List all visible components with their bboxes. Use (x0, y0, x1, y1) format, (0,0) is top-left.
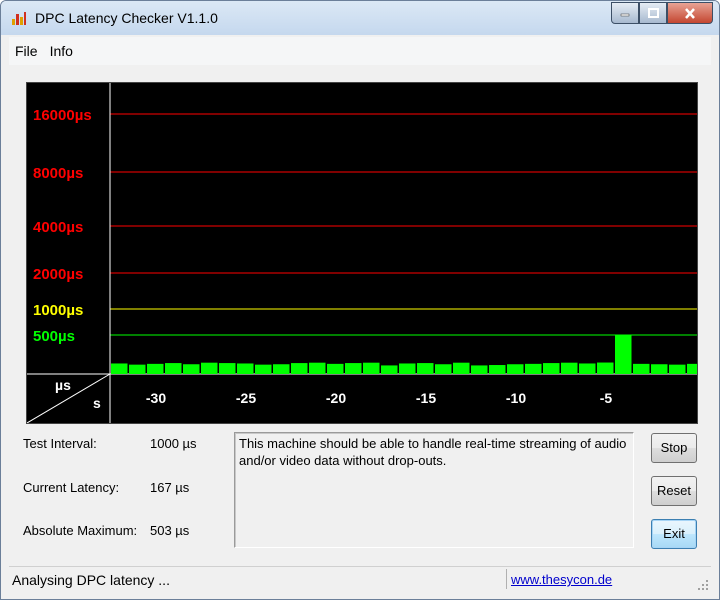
resize-grip-icon[interactable] (697, 579, 709, 591)
x-tick-label: -20 (326, 390, 346, 406)
x-tick-label: -5 (600, 390, 613, 406)
menu-info[interactable]: Info (44, 43, 79, 59)
latency-bar (309, 362, 326, 374)
latency-bar (111, 363, 128, 374)
x-tick-label: -25 (236, 390, 256, 406)
latency-bar (597, 362, 614, 374)
latency-bar (687, 363, 697, 374)
latency-bar (291, 363, 308, 374)
absolute-maximum-value: 503 µs (150, 523, 190, 538)
latency-bar (417, 363, 434, 374)
threshold-label-4000: 4000µs (33, 219, 83, 236)
latency-bar (471, 365, 488, 374)
title-bar[interactable]: DPC Latency Checker V1.1.0 (1, 1, 719, 35)
latency-bar (633, 363, 650, 374)
reset-button[interactable]: Reset (651, 476, 697, 506)
latency-bar (507, 364, 524, 374)
test-interval-value: 1000 µs (150, 436, 197, 451)
menu-file[interactable]: File (9, 43, 44, 59)
minimize-icon (620, 13, 630, 17)
current-latency-value: 167 µs (150, 480, 190, 495)
latency-bar (237, 363, 254, 374)
y-unit-label: µs (55, 377, 71, 393)
menu-bar: File Info (9, 37, 711, 65)
status-text: Analysing DPC latency ... (12, 572, 170, 588)
threshold-label-16000: 16000µs (33, 107, 92, 124)
latency-bar (543, 363, 560, 374)
latency-bar (273, 364, 290, 374)
status-message-box: This machine should be able to handle re… (234, 432, 634, 548)
latency-bar (489, 365, 506, 374)
latency-bar (219, 363, 236, 374)
latency-bar (345, 363, 362, 374)
latency-bar (165, 363, 182, 374)
x-unit-label: s (93, 395, 101, 411)
website-link[interactable]: www.thesycon.de (511, 572, 612, 587)
latency-bar (381, 365, 398, 374)
status-separator (506, 569, 507, 589)
x-tick-label: -15 (416, 390, 436, 406)
latency-bar (579, 363, 596, 374)
latency-bar (669, 364, 686, 374)
exit-button[interactable]: Exit (651, 519, 697, 549)
main-window: DPC Latency Checker V1.1.0 File Info 160… (0, 0, 720, 600)
x-tick-label: -10 (506, 390, 526, 406)
close-icon (685, 7, 695, 19)
current-latency-label: Current Latency: (23, 480, 120, 495)
latency-bar (147, 363, 164, 374)
status-bar: Analysing DPC latency ... www.thesycon.d… (9, 566, 711, 593)
latency-bar (183, 364, 200, 374)
content-area: 16000µs 8000µs 4000µs 2000µs 1000µs 500µs µs s -… (9, 65, 711, 563)
latency-bar (435, 364, 452, 374)
latency-bar (561, 362, 578, 374)
latency-bar (201, 362, 218, 374)
latency-graph: 16000µs 8000µs 4000µs 2000µs 1000µs 500µs µs s -… (26, 82, 698, 424)
latency-bar (525, 363, 542, 374)
latency-bar (255, 364, 272, 374)
absolute-maximum-label: Absolute Maximum: (23, 523, 138, 538)
app-icon (12, 12, 26, 25)
maximize-icon (647, 8, 659, 18)
latency-bar (651, 364, 668, 374)
threshold-label-500: 500µs (33, 328, 75, 345)
stop-button[interactable]: Stop (651, 433, 697, 463)
latency-bar (327, 363, 344, 374)
latency-bar (129, 364, 146, 374)
latency-bar (453, 362, 470, 374)
window-title: DPC Latency Checker V1.1.0 (35, 10, 218, 26)
latency-bar (615, 334, 632, 374)
latency-graph-canvas: 16000µs 8000µs 4000µs 2000µs 1000µs 500µs µs s -… (27, 83, 697, 423)
latency-bar (399, 363, 416, 374)
latency-bar (363, 362, 380, 374)
threshold-label-1000: 1000µs (33, 302, 83, 319)
close-button[interactable] (667, 2, 713, 24)
minimize-button[interactable] (611, 2, 639, 24)
threshold-label-8000: 8000µs (33, 165, 83, 182)
threshold-label-2000: 2000µs (33, 266, 83, 283)
x-tick-label: -30 (146, 390, 166, 406)
maximize-button[interactable] (639, 2, 667, 24)
test-interval-label: Test Interval: (23, 436, 97, 451)
